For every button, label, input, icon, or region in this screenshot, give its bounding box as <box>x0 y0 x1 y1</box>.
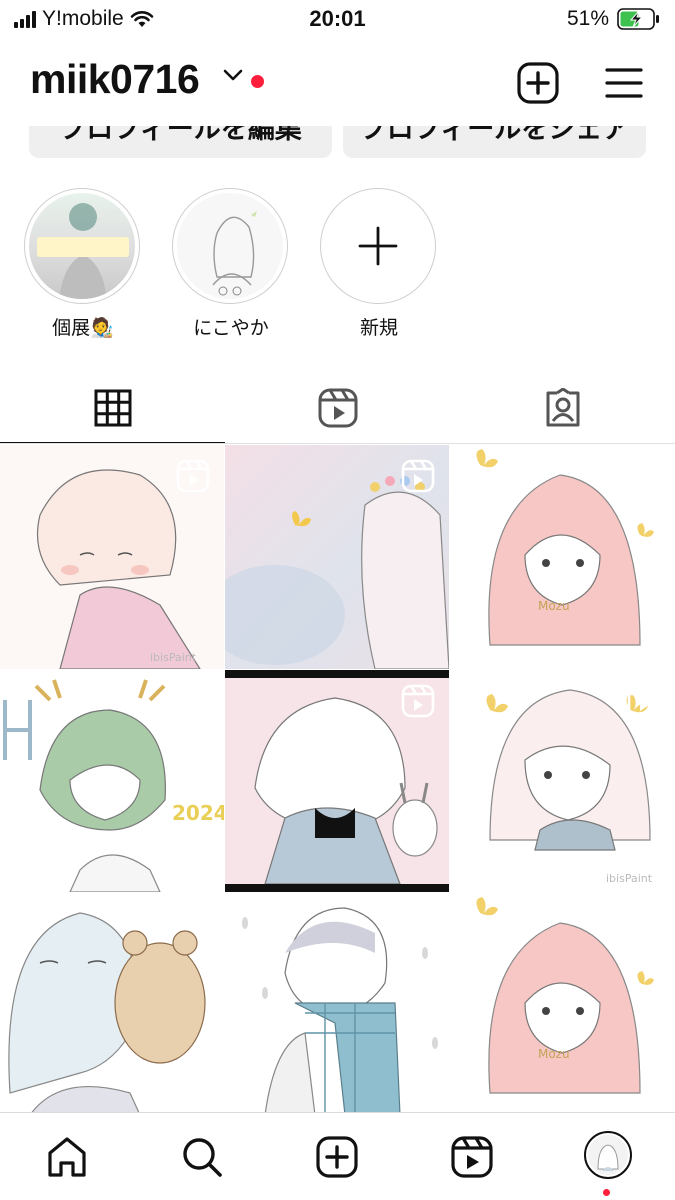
edit-profile-button[interactable]: プロフィールを編集 <box>29 126 332 158</box>
home-icon[interactable] <box>45 1135 89 1179</box>
post-grid: ibisPaint Mozu 2024 ibisPaint Mozu <box>0 445 675 1115</box>
reel-badge-icon <box>627 684 661 718</box>
profile-avatar-button[interactable] <box>584 1131 632 1179</box>
profile-tabs <box>0 372 675 444</box>
highlight-ring <box>172 188 288 304</box>
battery-indicator: 51% <box>567 7 661 31</box>
highlight-label: にこやか <box>193 318 269 339</box>
highlight-cover-banner <box>37 237 129 257</box>
reel-badge-icon <box>401 459 435 493</box>
post-illustration: Mozu <box>476 897 654 1094</box>
reels-nav-icon[interactable] <box>450 1135 494 1179</box>
reel-badge-icon <box>176 459 210 493</box>
svg-text:Mozu: Mozu <box>538 1047 570 1061</box>
battery-charging-icon <box>617 8 659 30</box>
tab-reels[interactable] <box>225 372 450 444</box>
post-thumbnail[interactable] <box>225 670 449 892</box>
svg-text:2024: 2024 <box>172 801 224 825</box>
tab-tagged[interactable] <box>450 372 675 444</box>
svg-text:ibisPaint: ibisPaint <box>150 651 197 664</box>
username[interactable]: miik0716 <box>30 56 200 103</box>
post-thumbnail[interactable]: ibisPaint <box>0 445 224 669</box>
highlight-label: 新規 <box>359 318 398 339</box>
story-highlights: 個展🧑‍🎨 にこやか 新規 <box>0 188 675 348</box>
post-thumbnail[interactable]: Mozu <box>450 445 675 669</box>
highlight-ring <box>24 188 140 304</box>
tab-grid[interactable] <box>0 372 225 444</box>
post-thumbnail[interactable] <box>225 893 449 1115</box>
create-post-button[interactable] <box>516 61 560 105</box>
post-illustration <box>242 907 438 1115</box>
avatar <box>588 1135 628 1175</box>
share-profile-button-wrapper: プロフィールをシェア <box>343 126 646 158</box>
tagged-person-icon <box>546 388 579 427</box>
post-thumbnail[interactable]: Mozu <box>450 893 675 1115</box>
highlight-exhibition[interactable]: 個展🧑‍🎨 <box>24 188 142 340</box>
highlight-label: 個展🧑‍🎨 <box>52 318 114 339</box>
menu-icon[interactable] <box>602 61 646 105</box>
create-icon[interactable] <box>315 1135 359 1179</box>
edit-profile-button-wrapper: プロフィールを編集 <box>29 126 332 158</box>
search-icon[interactable] <box>180 1135 224 1179</box>
post-thumbnail[interactable] <box>225 445 449 669</box>
highlight-cover <box>29 193 135 299</box>
share-profile-button[interactable]: プロフィールをシェア <box>343 126 646 158</box>
highlight-nikoyaka[interactable]: にこやか <box>172 188 290 340</box>
highlight-cover <box>177 193 283 299</box>
post-thumbnail[interactable]: ibisPaint <box>450 670 675 892</box>
battery-percent: 51% <box>566 7 609 30</box>
status-bar: Y!mobile 20:01 51% <box>0 0 675 38</box>
reel-badge-icon <box>627 459 661 493</box>
tabs-divider <box>0 443 675 444</box>
post-thumbnail[interactable] <box>0 893 224 1115</box>
chevron-down-icon[interactable] <box>222 68 244 82</box>
svg-text:Mozu: Mozu <box>538 599 570 613</box>
profile-header: miik0716 <box>0 52 675 116</box>
post-illustration: 2024 <box>3 679 224 892</box>
svg-text:ibisPaint: ibisPaint <box>606 872 653 885</box>
highlight-illustration <box>212 211 257 296</box>
grid-icon <box>94 389 131 427</box>
reels-icon <box>318 388 357 428</box>
bottom-navigation <box>0 1112 675 1200</box>
notification-dot <box>251 75 264 88</box>
post-thumbnail[interactable]: 2024 <box>0 670 224 892</box>
reel-badge-icon <box>401 684 435 718</box>
highlight-ring <box>320 188 436 304</box>
highlight-new[interactable]: 新規 <box>320 188 438 340</box>
plus-icon <box>358 226 398 266</box>
post-illustration <box>8 912 206 1115</box>
profile-notification-dot <box>603 1189 610 1196</box>
